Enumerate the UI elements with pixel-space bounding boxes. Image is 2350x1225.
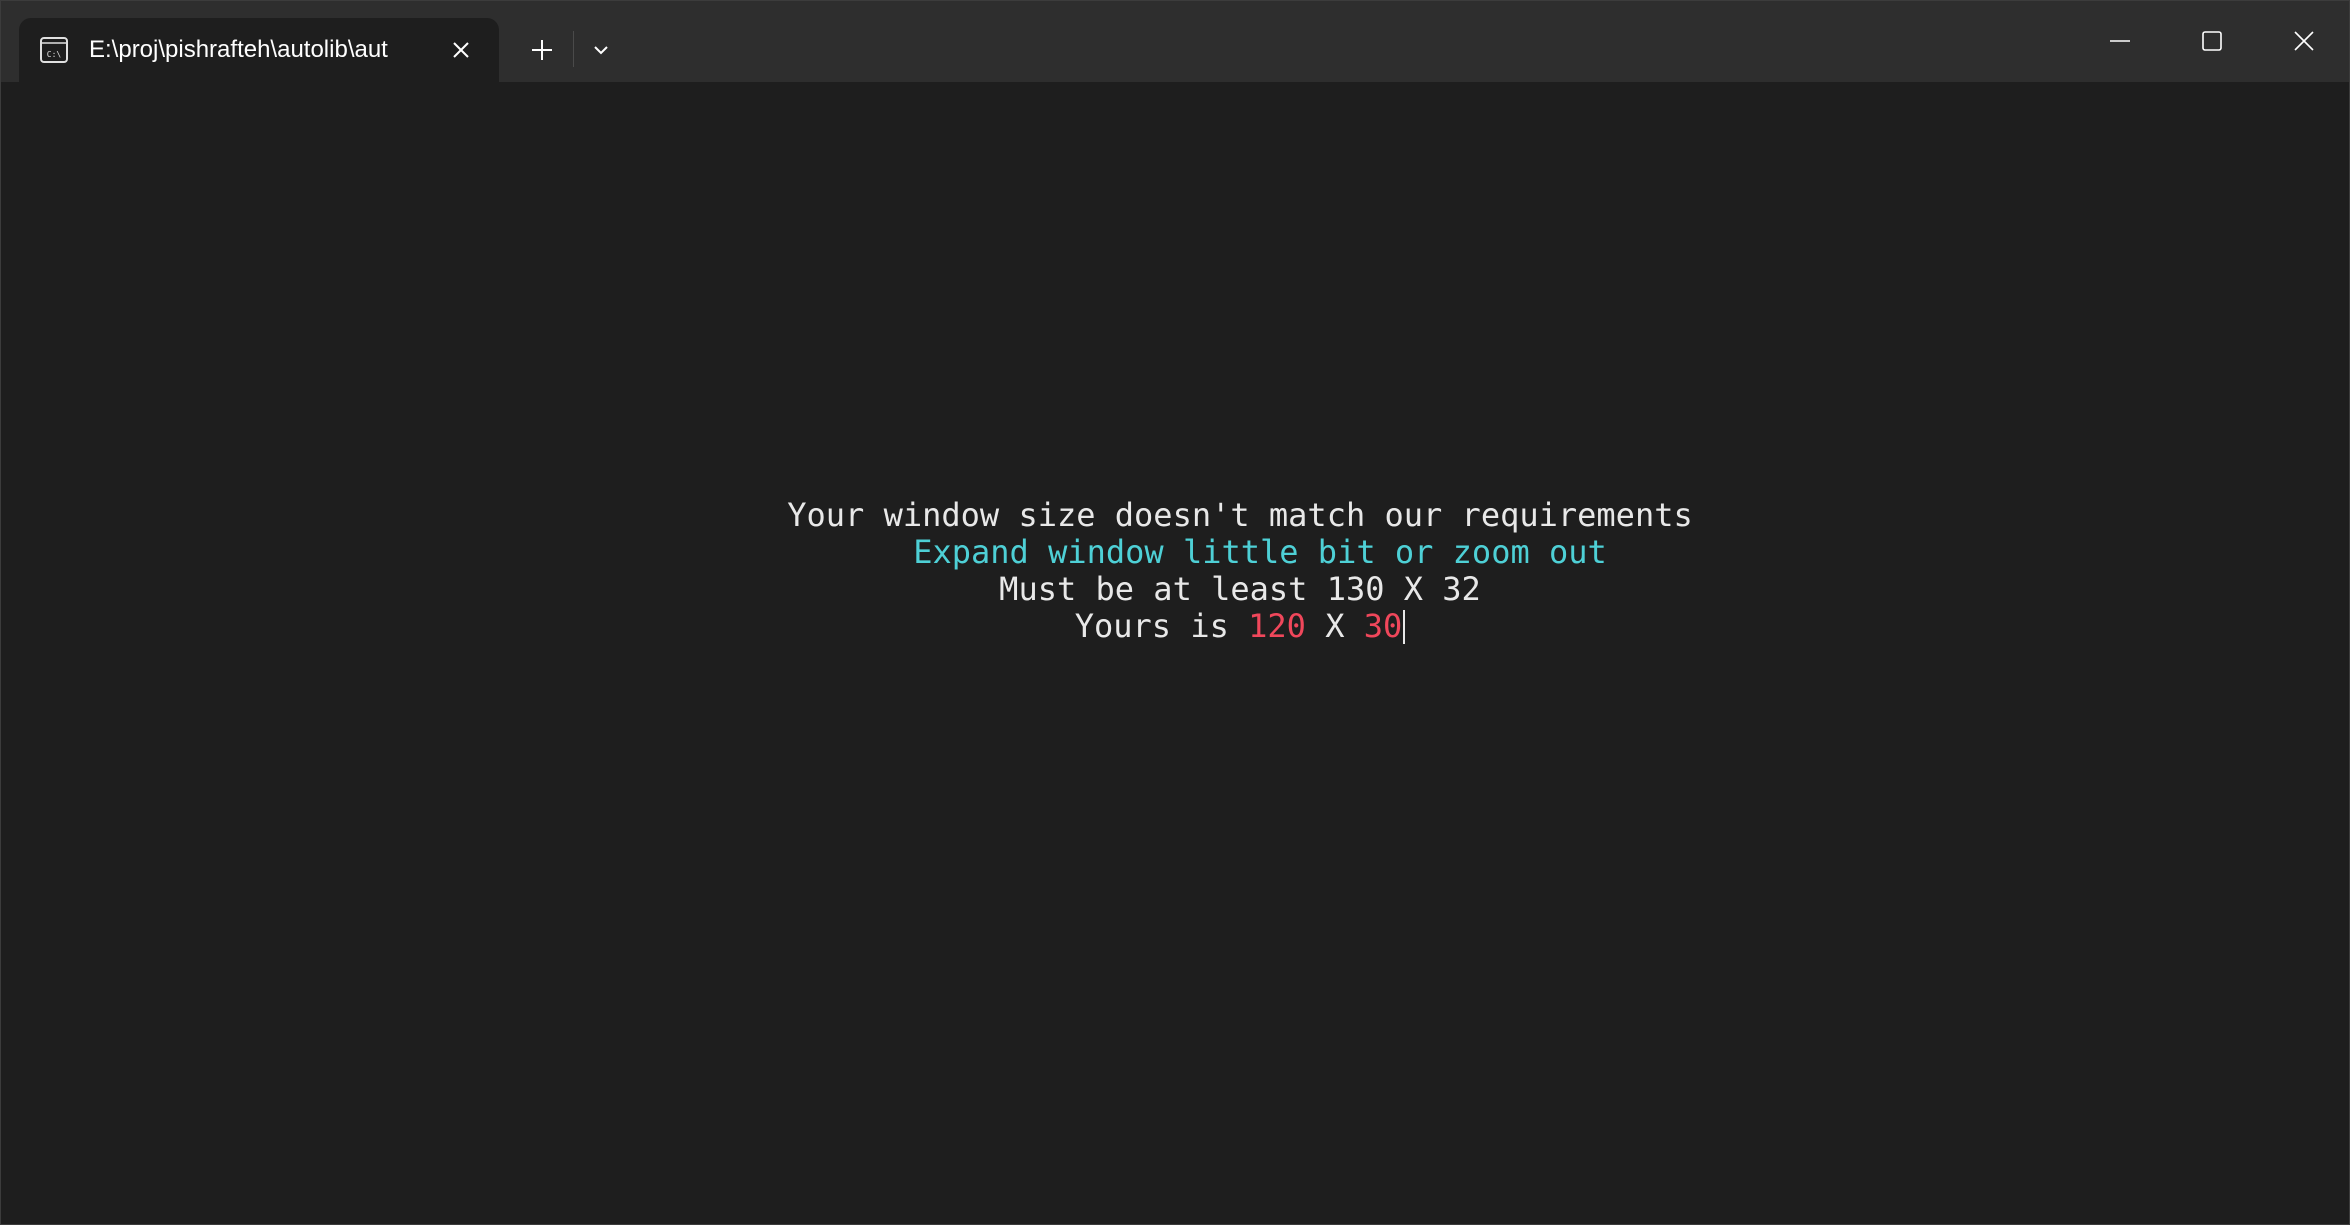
tab-close-button[interactable]: [443, 32, 479, 68]
text-cursor: [1403, 610, 1406, 644]
maximize-icon: [2202, 31, 2222, 51]
new-tab-button[interactable]: [520, 30, 564, 70]
tab-separator: [573, 31, 574, 67]
maximize-button[interactable]: [2166, 1, 2258, 81]
plus-icon: [532, 40, 552, 60]
close-window-button[interactable]: [2258, 1, 2349, 81]
current-size-line: Yours is 120 X 30: [1, 607, 2349, 645]
terminal-output[interactable]: [1, 82, 2349, 1224]
current-height-value: 30: [1363, 607, 1403, 645]
svg-text:C:\: C:\: [47, 50, 62, 59]
chevron-down-icon: [594, 46, 608, 55]
terminal-tab[interactable]: C:\ E:\proj\pishrafteh\autolib\aut: [19, 18, 499, 82]
current-width-value: 120: [1248, 607, 1306, 645]
tab-dropdown-button[interactable]: [581, 30, 621, 70]
terminal-window: C:\ E:\proj\pishrafteh\autolib\aut Your …: [0, 0, 2350, 1225]
title-bar[interactable]: C:\ E:\proj\pishrafteh\autolib\aut: [1, 1, 2349, 82]
size-separator: X: [1305, 607, 1364, 645]
instruction-line: Expand window little bit or zoom out: [913, 533, 1607, 571]
tab-title: E:\proj\pishrafteh\autolib\aut: [89, 36, 388, 63]
minimize-icon: [2110, 40, 2130, 42]
terminal-icon: C:\: [39, 35, 69, 65]
size-warning-line: Your window size doesn't match our requi…: [787, 496, 1693, 534]
current-size-prefix: Yours is: [1074, 607, 1249, 645]
close-icon: [2294, 31, 2314, 51]
minimize-button[interactable]: [2074, 1, 2166, 81]
close-icon: [453, 42, 469, 58]
requirement-line: Must be at least 130 X 32: [999, 570, 1481, 608]
